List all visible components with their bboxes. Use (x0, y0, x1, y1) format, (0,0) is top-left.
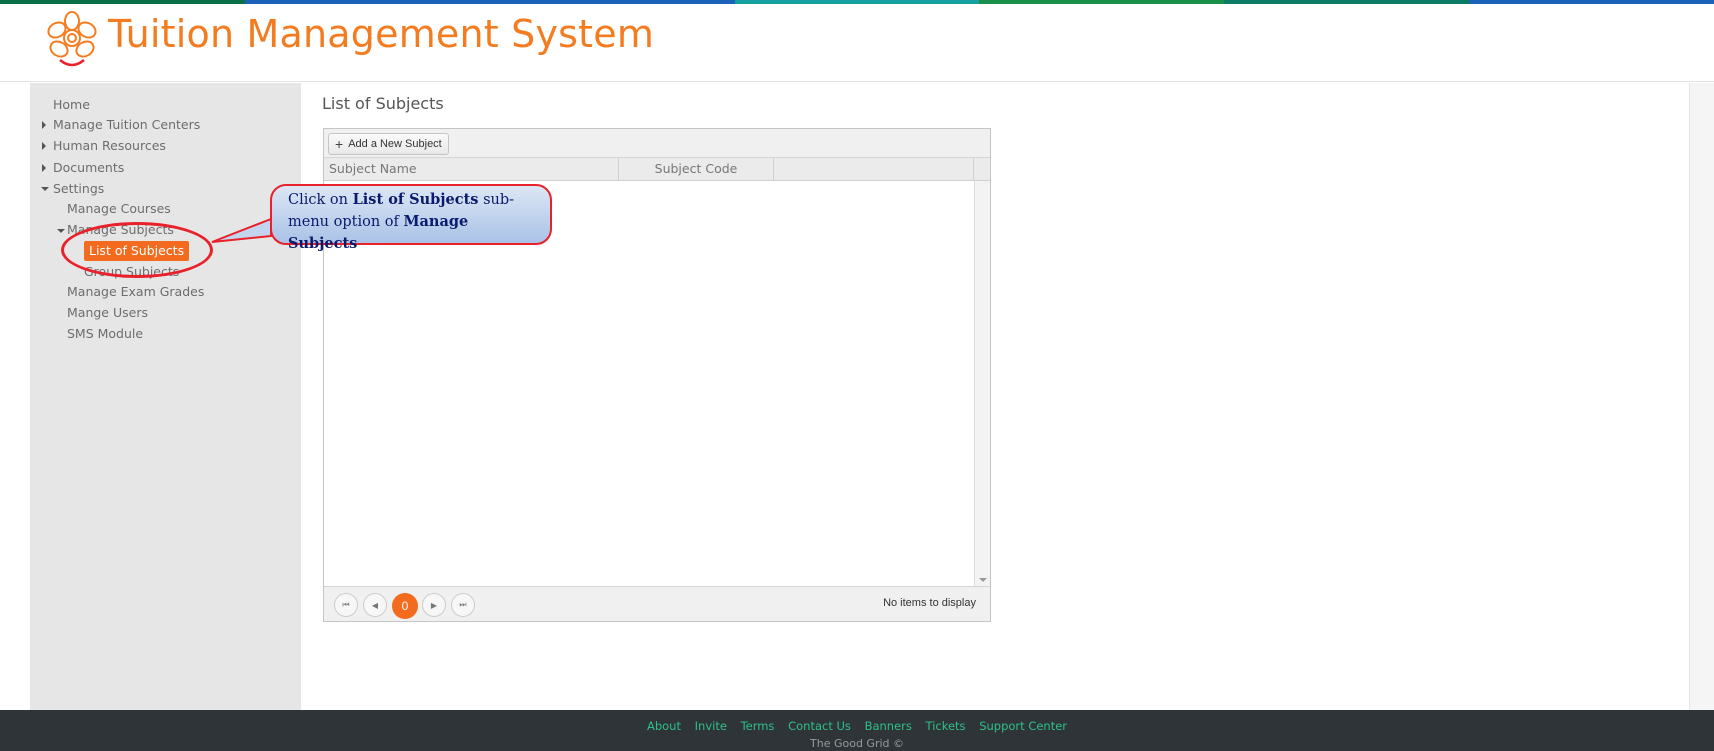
sidebar-item-manage-courses[interactable]: Manage Courses (67, 201, 171, 216)
sidebar-item-settings[interactable]: Settings (53, 181, 104, 196)
sidebar-item-documents[interactable]: Documents (53, 160, 124, 175)
sidebar-item-manage-exam-grades[interactable]: Manage Exam Grades (67, 284, 204, 299)
footer-link-contact-us[interactable]: Contact Us (788, 719, 851, 733)
caret-right-icon[interactable] (42, 164, 46, 172)
callout-highlight-oval (61, 222, 213, 278)
plus-icon: + (335, 136, 344, 152)
column-header-subject-code[interactable]: Subject Code (619, 158, 774, 180)
grid-pager: ⏮ ◀ 0 ▶ ⏭ No items to display (324, 586, 990, 621)
caret-right-icon[interactable] (42, 121, 46, 129)
footer-link-invite[interactable]: Invite (695, 719, 727, 733)
pager-info: No items to display (883, 597, 976, 609)
callout-line-1: Click on List of Subjects sub- (288, 189, 540, 211)
page-title: List of Subjects (322, 94, 444, 113)
footer: About Invite Terms Contact Us Banners Ti… (0, 710, 1714, 751)
first-page-button[interactable]: ⏮ (334, 593, 358, 617)
footer-link-terms[interactable]: Terms (741, 719, 775, 733)
column-header-empty (774, 158, 974, 180)
callout-text: Click on (288, 192, 353, 208)
add-new-subject-label: Add a New Subject (348, 138, 442, 150)
sidebar-item-manage-tuition-centers[interactable]: Manage Tuition Centers (53, 117, 200, 132)
footer-link-about[interactable]: About (647, 719, 681, 733)
next-page-button[interactable]: ▶ (422, 593, 446, 617)
flower-logo-icon[interactable] (40, 8, 104, 72)
sidebar-item-sms-module[interactable]: SMS Module (67, 326, 143, 341)
caret-down-icon[interactable] (57, 229, 65, 233)
app-header: Tuition Management System (0, 4, 1714, 82)
footer-links: About Invite Terms Contact Us Banners Ti… (0, 719, 1714, 733)
callout-text: sub- (478, 192, 515, 208)
scroll-down-icon[interactable] (979, 578, 987, 582)
next-page-icon: ▶ (430, 600, 438, 610)
sidebar-item-human-resources[interactable]: Human Resources (53, 138, 166, 153)
first-page-icon: ⏮ (342, 600, 350, 609)
footer-link-banners[interactable]: Banners (865, 719, 912, 733)
sidebar (30, 83, 301, 710)
caret-down-icon[interactable] (41, 187, 49, 191)
page-vertical-scrollbar[interactable] (1689, 83, 1714, 710)
sidebar-item-home[interactable]: Home (53, 97, 90, 112)
prev-page-button[interactable]: ◀ (363, 593, 387, 617)
add-new-subject-button[interactable]: + Add a New Subject (328, 133, 449, 155)
sidebar-item-mange-users[interactable]: Mange Users (67, 305, 148, 320)
grid-header: Subject Name Subject Code (324, 158, 990, 181)
app-title: Tuition Management System (108, 12, 655, 56)
copyright: The Good Grid © (810, 737, 904, 750)
last-page-button[interactable]: ⏭ (451, 593, 475, 617)
column-header-subject-name[interactable]: Subject Name (324, 158, 619, 180)
grid-vertical-scrollbar[interactable] (974, 181, 990, 586)
callout-text: menu option of (288, 214, 404, 230)
footer-link-tickets[interactable]: Tickets (926, 719, 966, 733)
prev-page-icon: ◀ (371, 600, 379, 610)
callout-bold-text: List of Subjects (352, 191, 479, 208)
caret-right-icon[interactable] (42, 142, 46, 150)
callout-box: Click on List of Subjects sub- menu opti… (270, 184, 552, 252)
last-page-icon: ⏭ (459, 600, 467, 609)
current-page-button[interactable]: 0 (392, 593, 418, 619)
footer-link-support-center[interactable]: Support Center (979, 719, 1067, 733)
grid-toolbar: + Add a New Subject (324, 129, 990, 158)
callout-line-2: menu option of Manage Subjects (288, 211, 540, 255)
